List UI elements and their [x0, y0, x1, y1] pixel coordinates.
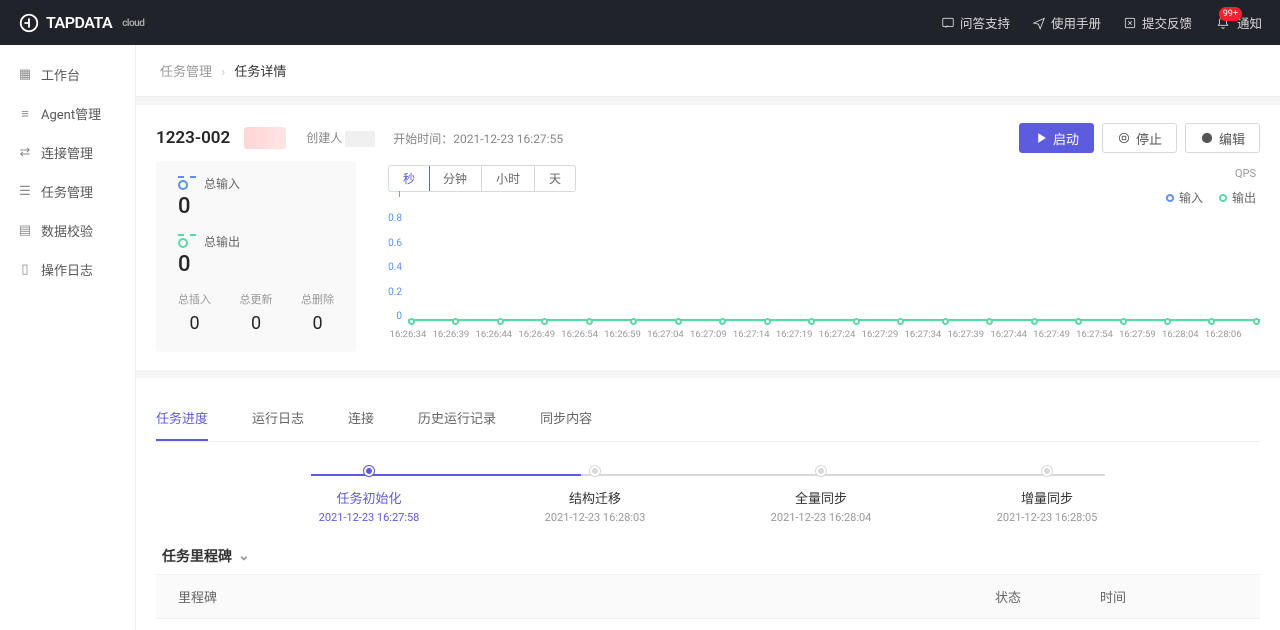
input-value: 0	[178, 194, 334, 219]
play-icon	[1034, 131, 1048, 145]
sidebar-label: 任务管理	[41, 182, 93, 201]
chart-area: 秒 分钟 小时 天 QPS 输入 输出 00.20.40.60.81	[378, 161, 1260, 352]
sidebar-item-verify[interactable]: ▤ 数据校验	[0, 211, 135, 250]
milestone-name: 【前期准备】解析dag路径创建子任务	[156, 619, 973, 630]
start-time-meta: 开始时间：2021-12-23 16:27:55	[393, 130, 563, 147]
brand-logo: TAPDATA cloud	[18, 12, 144, 34]
task-icon: ☰	[18, 185, 32, 199]
range-hour[interactable]: 小时	[482, 166, 535, 191]
input-stat: 总输入	[178, 175, 334, 192]
range-second[interactable]: 秒	[388, 165, 430, 192]
output-stat: 总输出	[178, 233, 334, 250]
breadcrumb-current: 任务详情	[234, 65, 286, 80]
qa-support-label: 问答支持	[960, 13, 1010, 32]
sidebar-item-log[interactable]: ▯ 操作日志	[0, 250, 135, 289]
task-id: 1223-002	[156, 128, 230, 148]
progress-steps: 任务初始化2021-12-23 16:27:58 结构迁移2021-12-23 …	[156, 442, 1260, 532]
range-minute[interactable]: 分钟	[429, 166, 482, 191]
col-name: 里程碑	[156, 575, 973, 619]
send-icon	[1032, 16, 1046, 30]
sidebar-label: 工作台	[41, 65, 80, 84]
stats-card: 总输入 0 总输出 0 总插入0 总更新0 总删除0	[156, 161, 356, 352]
tab-runlog[interactable]: 运行日志	[252, 396, 304, 441]
sidebar-item-workbench[interactable]: ▦ 工作台	[0, 55, 135, 94]
check-icon: ▤	[18, 224, 32, 238]
sidebar-label: 操作日志	[41, 260, 93, 279]
stat-columns: 总插入0 总更新0 总删除0	[178, 291, 334, 334]
table-row: 【前期准备】解析dag路径创建子任务已完成2021-12-23 16:27:58	[156, 619, 1260, 630]
milestone-time: 2021-12-23 16:27:58	[1078, 619, 1260, 630]
list-icon: ≡	[18, 107, 32, 121]
topbar: TAPDATA cloud 问答支持 使用手册 提交反馈 通知	[0, 0, 1280, 45]
bell-icon	[1216, 16, 1230, 30]
time-range-tabs: 秒 分钟 小时 天	[388, 165, 576, 192]
edit-button[interactable]: 编辑	[1185, 123, 1260, 153]
tab-sync[interactable]: 同步内容	[540, 396, 592, 441]
main-content: 任务管理 › 任务详情 1223-002 创建人 开始时间：2021-12-23…	[136, 45, 1280, 630]
output-value: 0	[178, 252, 334, 277]
pencil-icon	[1200, 131, 1214, 145]
grid-icon: ▦	[18, 68, 32, 82]
chevron-right-icon: ›	[221, 65, 225, 80]
qa-support-link[interactable]: 问答支持	[941, 13, 1010, 32]
sidebar: ▦ 工作台 ≡ Agent管理 ⇄ 连接管理 ☰ 任务管理 ▤ 数据校验 ▯ 操作日志	[0, 45, 136, 630]
sidebar-item-connection[interactable]: ⇄ 连接管理	[0, 133, 135, 172]
milestone-header[interactable]: 任务里程碑 ⌄	[156, 532, 1260, 574]
link-icon: ⇄	[18, 146, 32, 160]
sidebar-item-task[interactable]: ☰ 任务管理	[0, 172, 135, 211]
sidebar-label: 连接管理	[41, 143, 93, 162]
milestone-table: 里程碑 状态 时间 【前期准备】解析dag路径创建子任务已完成2021-12-2…	[156, 574, 1260, 630]
notification-bell[interactable]: 通知	[1214, 13, 1262, 32]
range-day[interactable]: 天	[535, 166, 575, 191]
line-chart: 00.20.40.60.81 16:26:3416:26:3916:26:441…	[378, 200, 1260, 340]
chevron-down-icon: ⌄	[238, 548, 250, 564]
sidebar-label: Agent管理	[41, 104, 101, 123]
tab-progress[interactable]: 任务进度	[156, 396, 208, 441]
task-status-chip	[244, 127, 286, 149]
feedback-label: 提交反馈	[1142, 13, 1192, 32]
chat-icon	[941, 16, 955, 30]
logo-icon	[18, 12, 40, 34]
edit-icon	[1123, 16, 1137, 30]
step-full: 全量同步2021-12-23 16:28:04	[708, 466, 934, 524]
feedback-link[interactable]: 提交反馈	[1123, 13, 1192, 32]
tab-connection[interactable]: 连接	[348, 396, 374, 441]
brand-name: TAPDATA	[46, 13, 112, 32]
step-init: 任务初始化2021-12-23 16:27:58	[256, 466, 482, 524]
stop-icon	[1117, 131, 1131, 145]
chart-plot	[408, 200, 1260, 322]
start-button[interactable]: 启动	[1019, 123, 1094, 153]
brand-suffix: cloud	[122, 18, 144, 29]
breadcrumb: 任务管理 › 任务详情	[136, 45, 1280, 97]
manual-label: 使用手册	[1051, 13, 1101, 32]
task-header-panel: 1223-002 创建人 开始时间：2021-12-23 16:27:55 启动…	[136, 105, 1280, 370]
qps-label: QPS	[1235, 167, 1256, 180]
manual-link[interactable]: 使用手册	[1032, 13, 1101, 32]
sidebar-label: 数据校验	[41, 221, 93, 240]
col-status: 状态	[973, 575, 1078, 619]
notification-badge	[1214, 14, 1232, 32]
detail-tabs: 任务进度 运行日志 连接 历史运行记录 同步内容	[156, 396, 1260, 442]
sidebar-item-agent[interactable]: ≡ Agent管理	[0, 94, 135, 133]
step-structure: 结构迁移2021-12-23 16:28:03	[482, 466, 708, 524]
breadcrumb-parent[interactable]: 任务管理	[160, 65, 212, 80]
stop-button[interactable]: 停止	[1102, 123, 1177, 153]
col-time: 时间	[1078, 575, 1260, 619]
creator-meta: 创建人	[306, 129, 375, 147]
progress-panel: 任务进度 运行日志 连接 历史运行记录 同步内容 任务初始化2021-12-23…	[136, 378, 1280, 630]
step-inc: 增量同步2021-12-23 16:28:05	[934, 466, 1160, 524]
tab-history[interactable]: 历史运行记录	[418, 396, 496, 441]
log-icon: ▯	[18, 263, 32, 277]
